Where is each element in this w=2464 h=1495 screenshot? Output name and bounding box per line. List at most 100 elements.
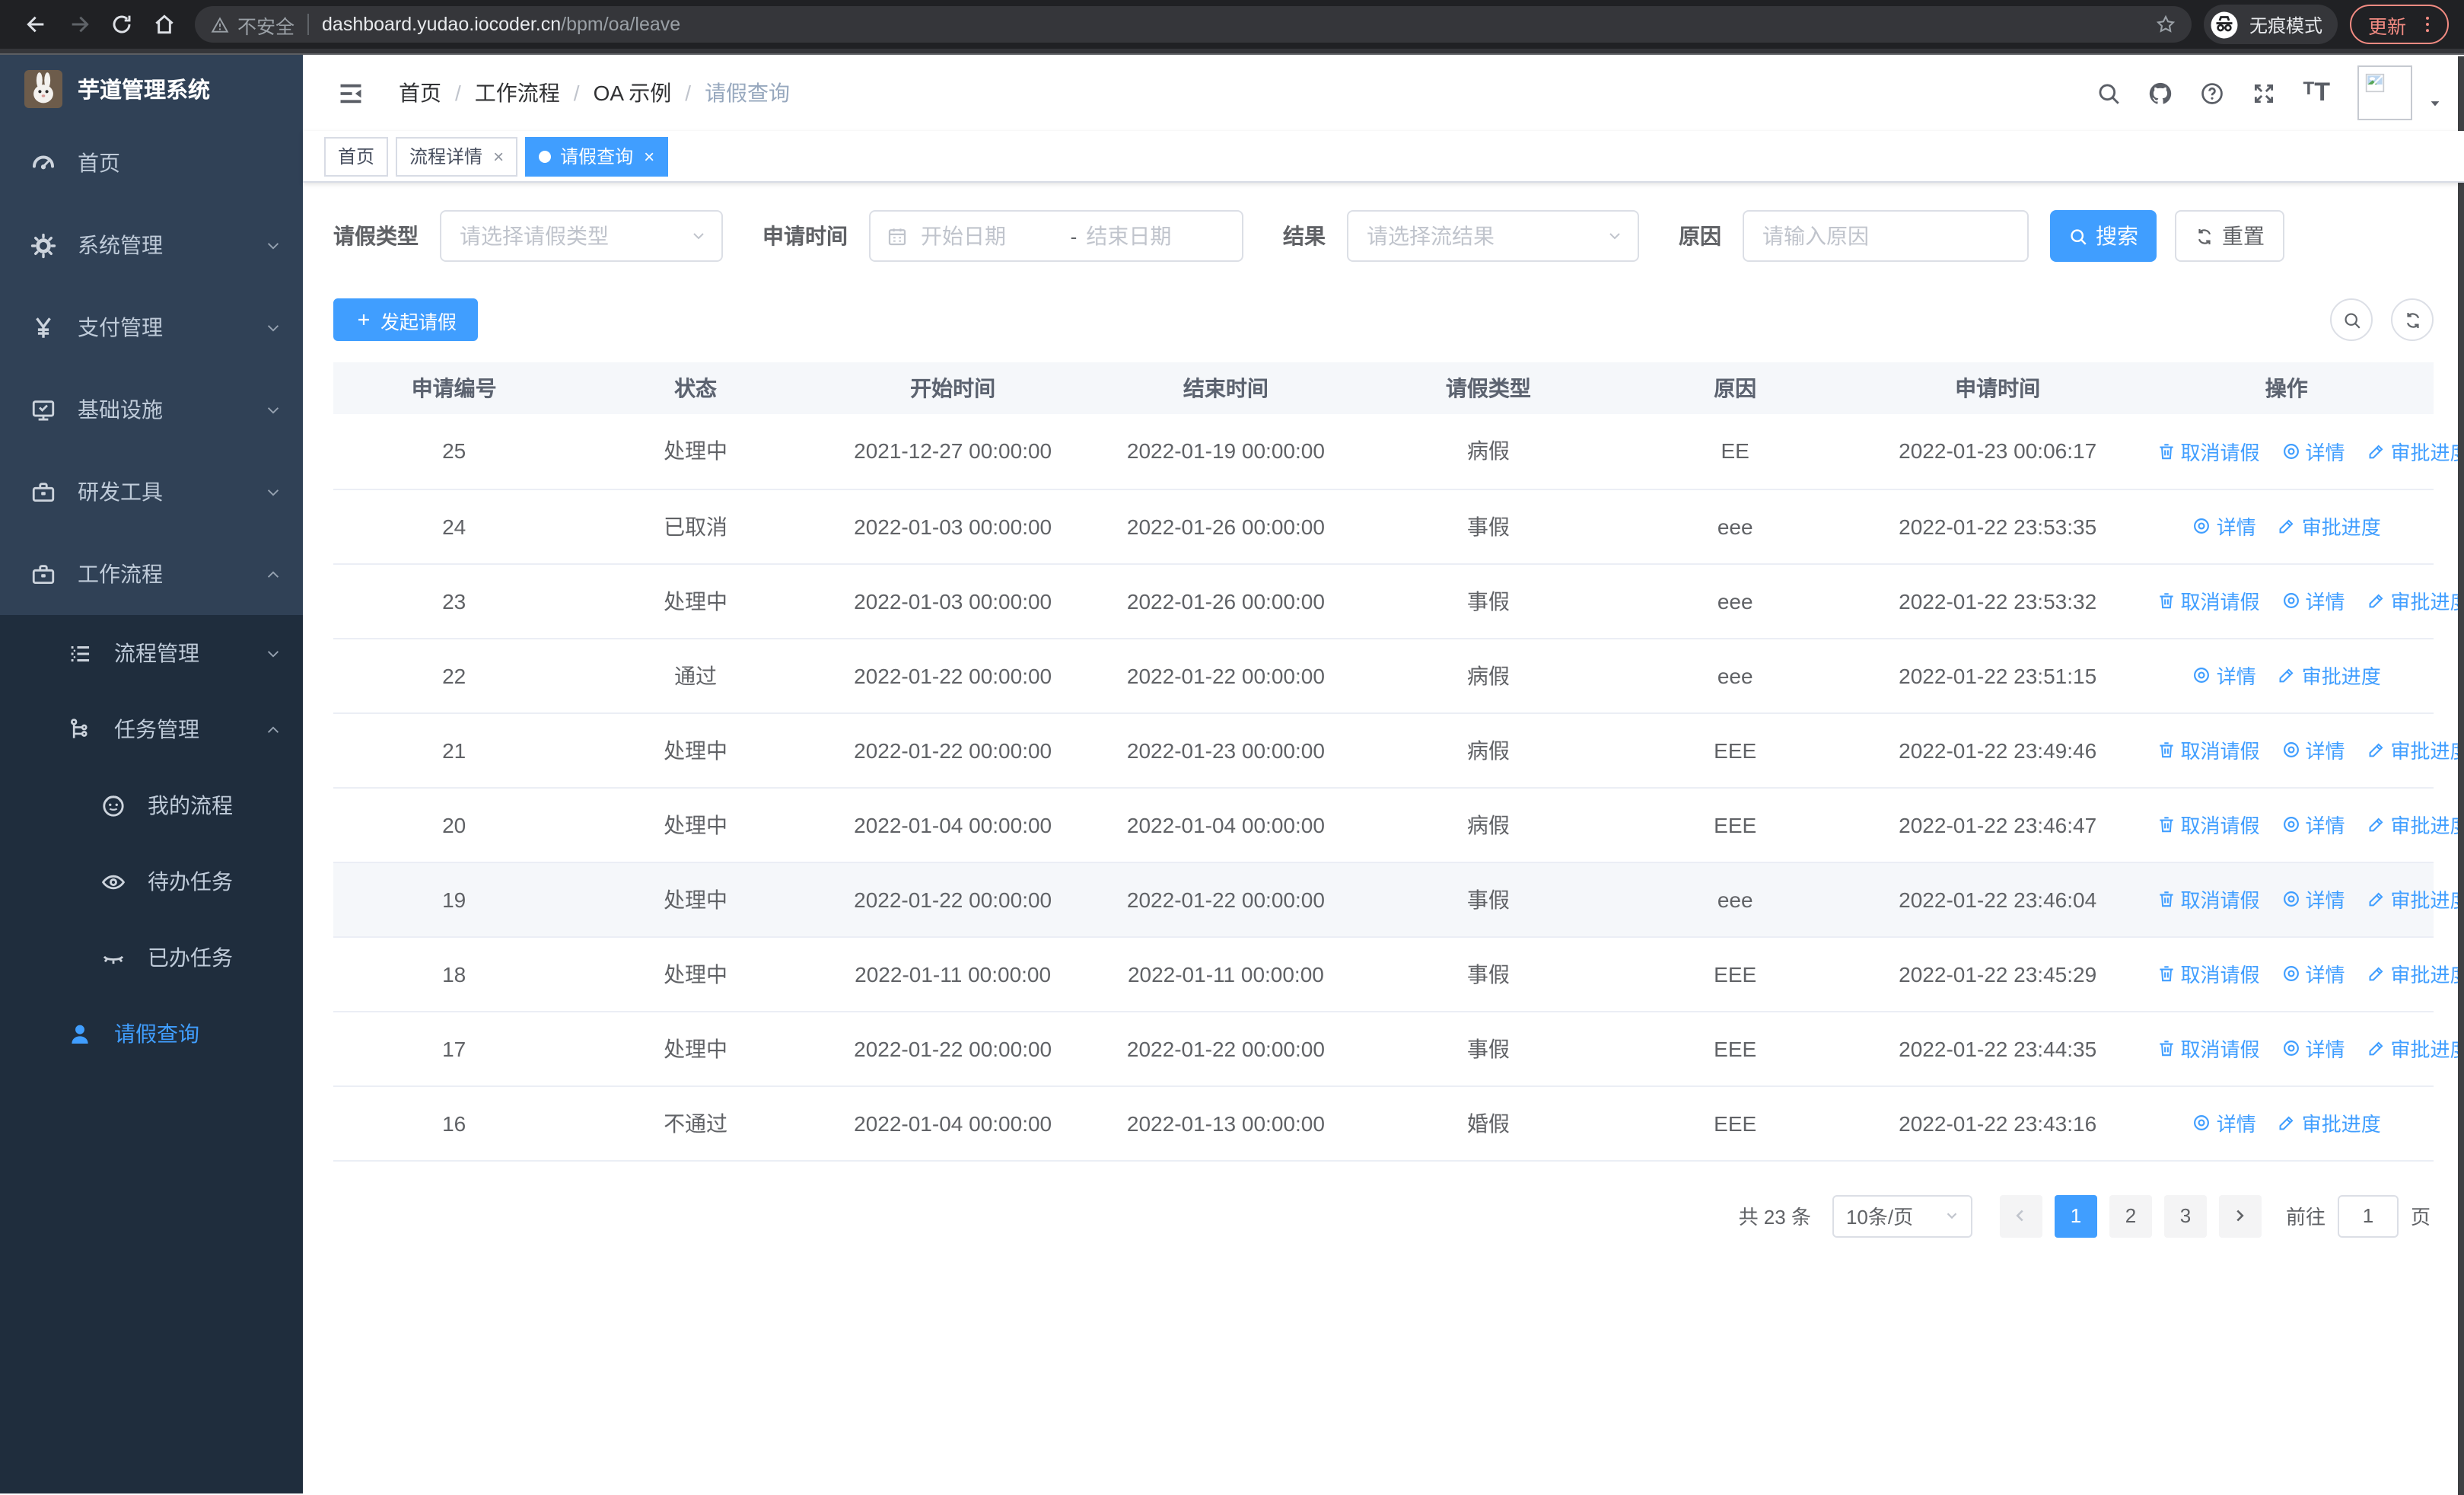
leave-type-select-input[interactable] [460, 224, 703, 248]
refresh-table-icon[interactable] [2391, 298, 2434, 341]
approval-progress-link[interactable]: 审批进度 [2278, 512, 2381, 540]
tab-流程详情[interactable]: 流程详情 × [396, 136, 518, 176]
search-button[interactable]: 搜索 [2050, 210, 2157, 262]
sidebar-item-done-tasks[interactable]: 已办任务 [0, 920, 303, 996]
sidebar-item-dev-tools[interactable]: 研发工具 [0, 451, 303, 533]
reset-button[interactable]: 重置 [2175, 210, 2284, 262]
cancel-leave-link[interactable]: 取消请假 [2156, 586, 2260, 615]
cell-id: 19 [333, 862, 575, 937]
sidebar-item-todo-tasks[interactable]: 待办任务 [0, 843, 303, 920]
cancel-leave-link[interactable]: 取消请假 [2156, 959, 2260, 988]
approval-progress-link[interactable]: 审批进度 [2367, 437, 2464, 466]
detail-link[interactable]: 详情 [2192, 512, 2256, 540]
toggle-search-icon[interactable] [2330, 298, 2373, 341]
tab-close-icon[interactable]: × [644, 145, 654, 167]
approval-progress-link[interactable]: 审批进度 [2367, 959, 2464, 988]
prev-page-button[interactable] [1999, 1194, 2042, 1237]
cancel-leave-link[interactable]: 取消请假 [2156, 810, 2260, 839]
table-header-row: 申请编号 状态 开始时间 结束时间 请假类型 原因 申请时间 操作 [333, 362, 2434, 414]
delete-icon [2156, 889, 2176, 909]
detail-link[interactable]: 详情 [2281, 735, 2345, 764]
apply-time-label: 申请时间 [762, 224, 848, 248]
reason-input-box[interactable] [1743, 210, 2029, 262]
cell-reason: eee [1614, 489, 1856, 564]
cell-status: 处理中 [575, 1011, 817, 1086]
end-date-input[interactable] [1086, 224, 1227, 248]
address-bar[interactable]: 不安全 dashboard.yudao.iocoder.cn/bpm/oa/le… [195, 6, 2192, 43]
tab-close-icon[interactable]: × [493, 145, 504, 167]
approval-progress-link[interactable]: 审批进度 [2367, 810, 2464, 839]
breadcrumb-item[interactable]: 首页 [399, 78, 441, 108]
leave-type-select[interactable] [440, 210, 723, 262]
detail-link[interactable]: 详情 [2192, 1108, 2256, 1137]
browser-home-icon[interactable] [143, 3, 186, 46]
sidebar-collapse-icon[interactable] [324, 78, 380, 107]
apply-time-range-picker[interactable]: - [869, 210, 1243, 262]
sidebar-item-my-process[interactable]: 我的流程 [0, 767, 303, 843]
approval-progress-link[interactable]: 审批进度 [2367, 735, 2464, 764]
monitor-icon [30, 397, 56, 422]
approval-progress-link[interactable]: 审批进度 [2367, 885, 2464, 913]
header-search-icon[interactable] [2096, 80, 2122, 106]
breadcrumb-item[interactable]: 工作流程 [475, 78, 560, 108]
next-page-button[interactable] [2218, 1194, 2262, 1237]
sidebar-item-workflow[interactable]: 工作流程 [0, 533, 303, 615]
browser-update-button[interactable]: 更新 [2349, 5, 2449, 44]
avatar-caret-icon[interactable] [2427, 96, 2443, 111]
cancel-leave-link[interactable]: 取消请假 [2156, 735, 2260, 764]
help-icon[interactable] [2200, 80, 2226, 106]
github-icon[interactable] [2148, 80, 2174, 106]
sidebar-item-label: 研发工具 [78, 480, 163, 504]
detail-link[interactable]: 详情 [2281, 959, 2345, 988]
goto-page-input[interactable] [2337, 1194, 2399, 1237]
active-tab-dot [539, 150, 552, 162]
cancel-leave-link-label: 取消请假 [2180, 740, 2260, 763]
start-date-input[interactable] [921, 224, 1062, 248]
page-button-1[interactable]: 1 [2054, 1194, 2097, 1237]
browser-menu-icon[interactable] [2417, 14, 2438, 35]
approval-progress-link[interactable]: 审批进度 [2367, 1034, 2464, 1063]
result-select-input[interactable] [1367, 224, 1619, 248]
detail-link[interactable]: 详情 [2281, 885, 2345, 913]
sidebar-item-process-mgmt[interactable]: 流程管理 [0, 615, 303, 691]
edit-icon [2367, 591, 2386, 610]
sidebar-item-leave-query[interactable]: 请假查询 [0, 996, 303, 1072]
approval-progress-link[interactable]: 审批进度 [2278, 661, 2381, 690]
fullscreen-icon[interactable] [2252, 80, 2278, 106]
tab-请假查询[interactable]: 请假查询 × [525, 136, 669, 176]
user-avatar[interactable] [2357, 65, 2412, 120]
eye-icon [100, 869, 126, 894]
detail-link[interactable]: 详情 [2281, 586, 2345, 615]
bookmark-star-icon[interactable] [2155, 14, 2176, 35]
cancel-leave-link-label: 取消请假 [2180, 591, 2260, 614]
app-logo-row[interactable]: 芋道管理系统 [0, 55, 303, 122]
cancel-leave-link[interactable]: 取消请假 [2156, 885, 2260, 913]
tab-label: 流程详情 [409, 146, 483, 167]
cancel-leave-link[interactable]: 取消请假 [2156, 1034, 2260, 1063]
detail-link[interactable]: 详情 [2192, 661, 2256, 690]
detail-link[interactable]: 详情 [2281, 1034, 2345, 1063]
cancel-leave-link[interactable]: 取消请假 [2156, 437, 2260, 466]
result-select[interactable] [1347, 210, 1639, 262]
view-icon [2192, 516, 2212, 536]
detail-link[interactable]: 详情 [2281, 437, 2345, 466]
sidebar-item-home[interactable]: 首页 [0, 122, 303, 204]
detail-link[interactable]: 详情 [2281, 810, 2345, 839]
browser-forward-icon[interactable] [58, 3, 100, 46]
approval-progress-link[interactable]: 审批进度 [2367, 586, 2464, 615]
approval-progress-link[interactable]: 审批进度 [2278, 1108, 2381, 1137]
tab-首页[interactable]: 首页 [324, 136, 389, 176]
browser-reload-icon[interactable] [100, 3, 143, 46]
sidebar-item-system[interactable]: 系统管理 [0, 204, 303, 286]
font-size-icon[interactable]: TT [2303, 78, 2330, 108]
page-button-3[interactable]: 3 [2163, 1194, 2207, 1237]
page-button-2[interactable]: 2 [2109, 1194, 2152, 1237]
reason-input[interactable] [1762, 224, 2009, 248]
sidebar-item-payment[interactable]: 支付管理 [0, 286, 303, 368]
create-leave-button[interactable]: 发起请假 [333, 298, 479, 341]
browser-back-icon[interactable] [15, 3, 58, 46]
sidebar-item-task-mgmt[interactable]: 任务管理 [0, 691, 303, 767]
page-size-select[interactable]: 10条/页 [1832, 1194, 1972, 1237]
sidebar-item-infrastructure[interactable]: 基础设施 [0, 368, 303, 451]
breadcrumb-item[interactable]: OA 示例 [594, 78, 672, 108]
